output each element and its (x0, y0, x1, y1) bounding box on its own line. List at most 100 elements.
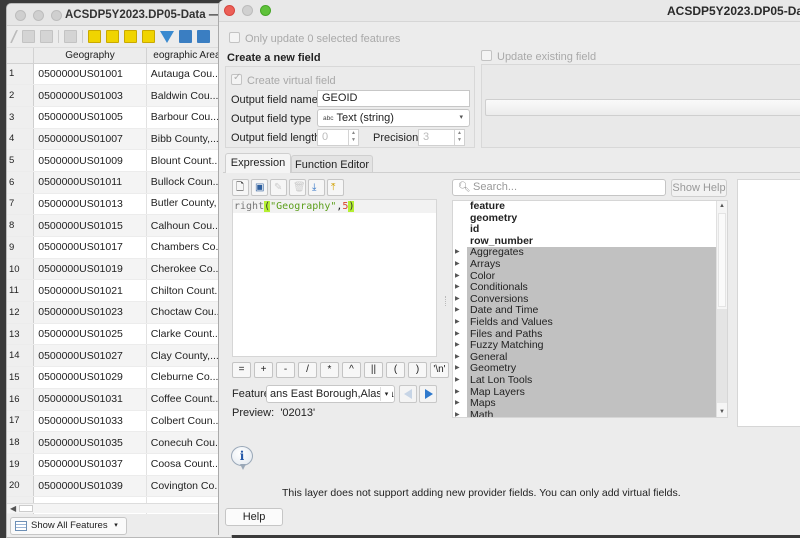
cell-geography[interactable]: 0500000US01031 (33, 388, 147, 411)
operator-button[interactable]: ( (386, 362, 405, 378)
row-number[interactable]: 18 (7, 431, 35, 454)
cell-geography[interactable]: 0500000US01017 (33, 236, 147, 259)
cell-geography[interactable]: 0500000US01033 (33, 410, 147, 433)
cell-geography[interactable]: 0500000US01011 (33, 171, 147, 194)
expression-editor[interactable]: right("Geography",5) (232, 199, 437, 357)
expand-arrow-icon[interactable]: ▶ (455, 375, 460, 387)
table-row[interactable]: 8 0500000US01015 Calhoun Cou... (7, 214, 231, 237)
only-update-selected-checkbox[interactable]: Only update 0 selected features (229, 32, 400, 45)
tree-item-group[interactable]: ▶ Maps (455, 397, 718, 410)
save-edits-icon[interactable] (40, 30, 53, 43)
move-selection-top-icon[interactable] (179, 30, 192, 43)
expand-arrow-icon[interactable]: ▶ (455, 363, 460, 375)
deselect-all-icon[interactable] (142, 30, 155, 43)
table-row[interactable]: 7 0500000US01013 Butler County, ... (7, 193, 231, 216)
operator-button[interactable]: = (232, 362, 251, 378)
expand-arrow-icon[interactable]: ▶ (455, 294, 460, 306)
expand-arrow-icon[interactable]: ▶ (455, 317, 460, 329)
help-button[interactable]: Help (225, 508, 283, 526)
cell-geography[interactable]: 0500000US01023 (33, 301, 147, 324)
next-feature-button[interactable] (419, 385, 437, 403)
output-field-name-input[interactable]: GEOID (317, 90, 470, 107)
expand-arrow-icon[interactable]: ▶ (455, 271, 460, 283)
tab-expression[interactable]: Expression (225, 153, 291, 173)
minimize-window-button[interactable] (33, 10, 44, 21)
cell-geography[interactable]: 0500000US01035 (33, 431, 147, 454)
table-row[interactable]: 6 0500000US01011 Bullock Coun... (7, 171, 231, 194)
table-row[interactable]: 9 0500000US01017 Chambers Co... (7, 236, 231, 259)
row-number[interactable]: 11 (7, 279, 35, 303)
cell-geography[interactable]: 0500000US01037 (33, 453, 147, 476)
update-existing-field-checkbox[interactable]: Update existing field (481, 50, 596, 63)
table-row[interactable]: 19 0500000US01037 Coosa Count... (7, 453, 231, 476)
row-number[interactable]: 20 (7, 475, 35, 498)
expand-arrow-icon[interactable]: ▶ (455, 247, 460, 259)
zoom-window-button[interactable] (260, 5, 271, 16)
table-row[interactable]: 14 0500000US01027 Clay County,... (7, 344, 231, 368)
create-virtual-field-checkbox[interactable]: Create virtual field (231, 72, 336, 87)
operator-button[interactable]: / (298, 362, 317, 378)
scroll-down-arrow-icon[interactable]: ▼ (719, 409, 725, 415)
new-expression-button[interactable]: 🗋 (232, 179, 249, 196)
expand-arrow-icon[interactable]: ▶ (455, 410, 460, 417)
tree-item-group[interactable]: ▶ Math (455, 409, 718, 417)
row-number[interactable]: 2 (7, 84, 35, 107)
row-number[interactable]: 6 (7, 171, 35, 194)
output-field-type-select[interactable]: abc Text (string) ▾ (317, 109, 470, 127)
show-help-button[interactable]: Show Help (671, 179, 727, 197)
delete-expression-button[interactable]: 🗑 (289, 179, 306, 196)
table-row[interactable]: 12 0500000US01023 Choctaw Cou... (7, 301, 231, 324)
output-field-length-spinbox[interactable]: 0 ▲ ▼ (317, 129, 359, 146)
delete-features-icon[interactable] (64, 30, 77, 43)
operator-button[interactable]: || (364, 362, 383, 378)
invert-selection-icon[interactable] (124, 30, 137, 43)
row-number[interactable]: 13 (7, 323, 35, 346)
horizontal-scrollbar[interactable]: ◀ (7, 503, 231, 513)
row-number[interactable]: 16 (7, 388, 35, 411)
cell-geography[interactable]: 0500000US01015 (33, 214, 147, 237)
spin-arrows-icon[interactable]: ▲ ▼ (454, 130, 464, 145)
expand-arrow-icon[interactable]: ▶ (455, 259, 460, 271)
table-row[interactable]: 11 0500000US01021 Chilton Count... (7, 279, 231, 303)
row-number[interactable]: 9 (7, 236, 35, 259)
row-number[interactable]: 10 (7, 258, 35, 281)
checkbox-box[interactable] (481, 50, 492, 61)
previous-feature-button[interactable] (399, 385, 417, 403)
pan-to-selected-icon[interactable] (197, 30, 210, 43)
table-row[interactable]: 13 0500000US01025 Clarke Count... (7, 323, 231, 346)
close-window-button[interactable] (224, 5, 235, 16)
zoom-window-button[interactable] (51, 10, 62, 21)
cell-geography[interactable]: 0500000US01009 (33, 149, 147, 172)
save-expression-button[interactable]: ▣ (251, 179, 268, 196)
export-expressions-button[interactable]: ⤒ (327, 179, 344, 196)
row-number[interactable]: 3 (7, 106, 35, 129)
table-row[interactable]: 4 0500000US01007 Bibb County,... (7, 128, 231, 151)
expand-arrow-icon[interactable]: ▶ (455, 352, 460, 364)
table-row[interactable]: 20 0500000US01039 Covington Co... (7, 475, 231, 498)
table-row[interactable]: 18 0500000US01035 Conecuh Cou... (7, 431, 231, 454)
operator-button[interactable]: '\n' (430, 362, 449, 378)
row-number[interactable]: 15 (7, 366, 35, 389)
multi-edit-icon[interactable] (22, 30, 35, 43)
feature-select[interactable]: ans East Borough,Alaska ▾ (266, 385, 395, 403)
spin-arrows-icon[interactable]: ▲ ▼ (348, 130, 358, 145)
column-header-geography[interactable]: Geography (33, 48, 147, 64)
expand-arrow-icon[interactable]: ▶ (455, 387, 460, 399)
function-search-input[interactable]: 🔍︎ Search... (452, 179, 666, 196)
expand-arrow-icon[interactable]: ▶ (455, 282, 460, 294)
tree-item-field[interactable]: geometry (453, 212, 718, 225)
table-row[interactable]: 5 0500000US01009 Blount Count... (7, 149, 231, 172)
cell-geography[interactable]: 0500000US01025 (33, 323, 147, 346)
toggle-editing-icon[interactable] (9, 30, 21, 43)
table-row[interactable]: 17 0500000US01033 Colbert Coun... (7, 410, 231, 433)
row-number[interactable]: 5 (7, 149, 35, 172)
cell-geography[interactable]: 0500000US01007 (33, 128, 147, 151)
checkbox-box[interactable] (231, 72, 242, 85)
select-all-icon[interactable] (106, 30, 119, 43)
minimize-window-button[interactable] (242, 5, 253, 16)
operator-button[interactable]: * (320, 362, 339, 378)
close-window-button[interactable] (15, 10, 26, 21)
select-by-expression-icon[interactable] (88, 30, 101, 43)
scrollbar-thumb[interactable] (19, 505, 33, 512)
function-tree-scrollbar[interactable]: ▲ ▼ (716, 201, 727, 417)
